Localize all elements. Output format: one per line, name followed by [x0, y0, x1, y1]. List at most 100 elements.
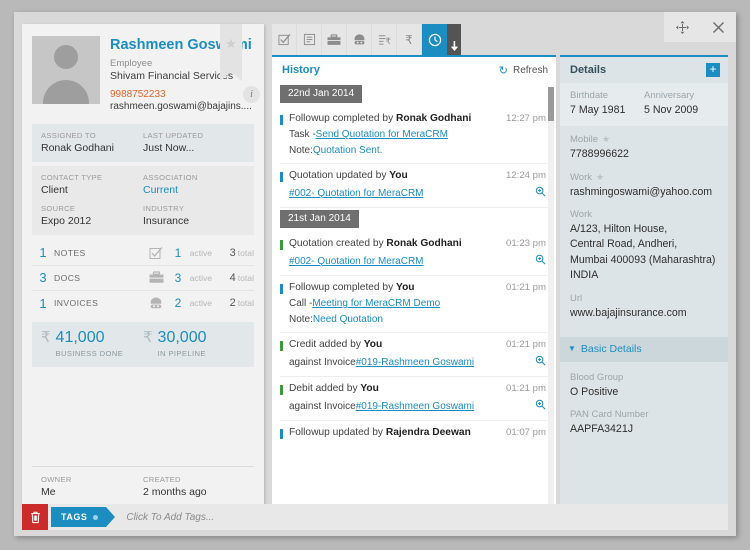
pipeline-cell: ₹ 30,000 IN PIPELINE: [143, 328, 245, 358]
history-event[interactable]: Quotation created by Ronak Godhani 01:23…: [280, 232, 548, 276]
event-actor: You: [363, 339, 383, 350]
toolbar-rupee-icon[interactable]: ₹: [397, 24, 422, 55]
industry-value: Insurance: [143, 214, 190, 227]
work-address-field: Work A/123, Hilton House, Central Road, …: [570, 209, 718, 283]
business-done-value: 41,000: [55, 328, 105, 346]
tags-button[interactable]: TAGS: [51, 507, 116, 527]
magnifier-icon[interactable]: [535, 254, 546, 268]
event-subline: Call - Meeting for MeraCRM Demo: [280, 298, 546, 309]
assigned-band: ASSIGNED TO Ronak Godhani LAST UPDATED J…: [32, 123, 254, 162]
toolbar-invoice-list-icon[interactable]: ₹: [372, 24, 397, 55]
history-list[interactable]: 22nd Jan 2014 Followup completed by Rona…: [272, 83, 556, 521]
history-header: History ↻ Refresh: [272, 57, 556, 83]
event-sub-link[interactable]: #019-Rashmeen Goswami: [356, 401, 529, 412]
industry-label: INDUSTRY: [143, 203, 185, 213]
history-event[interactable]: Credit added by You 01:21 pm against Inv…: [280, 333, 548, 377]
stat-total-count: 3: [229, 246, 236, 259]
toolbar-briefcase-icon[interactable]: [322, 24, 347, 55]
rupee-icon: ₹: [143, 328, 153, 346]
magnifier-icon[interactable]: [535, 355, 546, 369]
scrollbar-thumb[interactable]: [548, 87, 554, 121]
tags-placeholder[interactable]: Click To Add Tags...: [126, 512, 214, 523]
event-text: Quotation created by Ronak Godhani: [289, 238, 500, 249]
magnifier-icon[interactable]: [535, 186, 546, 200]
event-action: Followup updated by: [289, 427, 386, 438]
stats-list: 1 NOTES 1 active 3 total 3 DOCS 3 active…: [32, 241, 254, 316]
history-event[interactable]: Quotation updated by You 12:24 pm #002- …: [280, 164, 548, 208]
work-address-label: Work: [570, 209, 592, 221]
caret-down-icon[interactable]: [447, 24, 461, 55]
url-label: Url: [570, 292, 583, 304]
tags-dot-icon: [93, 514, 99, 520]
svg-text:₹: ₹: [385, 36, 390, 46]
history-event[interactable]: Debit added by You 01:21 pm against Invo…: [280, 377, 548, 421]
event-sub-prefix: against Invoice: [289, 400, 356, 412]
dates-band: Birthdate 7 May 1981 Anniversary 5 Nov 2…: [560, 83, 728, 127]
stat-count: 1: [39, 245, 47, 261]
event-text: Followup completed by You: [289, 282, 500, 293]
history-panel: History ↻ Refresh 22nd Jan 2014 Followup…: [272, 55, 556, 521]
stat-label: NOTES: [54, 247, 86, 258]
toolbar-task-check-icon[interactable]: [272, 24, 297, 55]
event-time: 12:24 pm: [505, 170, 546, 181]
star-icon[interactable]: ★: [602, 134, 610, 145]
toolbar-persona-icon[interactable]: [347, 24, 372, 55]
association-field: ASSOCIATION Current: [143, 173, 245, 196]
history-event[interactable]: Followup completed by You 01:21 pm Call …: [280, 276, 548, 333]
blood-group-label: Blood Group: [570, 371, 624, 383]
event-sub-link[interactable]: Meeting for MeraCRM Demo: [312, 298, 440, 309]
event-text: Quotation updated by You: [289, 170, 500, 181]
event-sub-link[interactable]: #019-Rashmeen Goswami: [356, 357, 529, 368]
basic-details-accordion[interactable]: ▼ Basic Details: [560, 336, 728, 362]
bookmark-ribbon[interactable]: ★: [220, 24, 242, 81]
pan-field: PAN Card Number AAPFA3421J: [570, 409, 718, 437]
toolbar-note-icon[interactable]: [297, 24, 322, 55]
star-icon[interactable]: ★: [596, 172, 604, 183]
blood-group-field: Blood Group O Positive: [570, 372, 718, 400]
assigned-to-field: ASSIGNED TO Ronak Godhani: [41, 131, 143, 154]
info-icon[interactable]: i: [243, 86, 260, 103]
history-date-group: 21st Jan 2014 Quotation created by Ronak…: [280, 208, 548, 445]
close-icon[interactable]: [701, 12, 735, 42]
assigned-to-label: ASSIGNED TO: [41, 130, 96, 140]
history-event[interactable]: Followup updated by Rajendra Deewan 01:0…: [280, 421, 548, 445]
association-value[interactable]: Current: [143, 184, 245, 196]
money-summary: ₹ 41,000 BUSINESS DONE ₹ 30,000 IN PIPEL…: [32, 321, 254, 367]
event-note-prefix: Note:: [289, 145, 313, 156]
trash-icon[interactable]: [22, 504, 48, 530]
anniversary-value: 5 Nov 2009: [644, 104, 699, 116]
stat-row-notes[interactable]: 1 NOTES 1 active 3 total: [32, 241, 254, 266]
toolbar-history-clock-icon[interactable]: [422, 24, 447, 55]
stat-row-docs[interactable]: 3 DOCS 3 active 4 total: [32, 266, 254, 291]
basic-details-fields: Blood Group O Positive PAN Card Number A…: [560, 362, 728, 440]
avatar: [32, 36, 100, 104]
event-time: 01:21 pm: [505, 339, 546, 350]
mobile-label-text: Mobile: [570, 134, 598, 146]
event-sub-link[interactable]: #002- Quotation for MeraCRM: [289, 188, 529, 199]
stat-active-count: 3: [174, 270, 182, 285]
plus-icon[interactable]: +: [706, 63, 720, 77]
event-action: Quotation updated by: [289, 170, 390, 181]
contact-phone[interactable]: 9988752233: [110, 89, 254, 100]
contact-email[interactable]: rashmeen.goswami@bajajins....: [110, 101, 254, 112]
magnifier-icon[interactable]: [535, 399, 546, 413]
event-note-prefix: Note:: [289, 314, 313, 325]
history-event[interactable]: Followup completed by Ronak Godhani 12:2…: [280, 107, 548, 164]
event-sub-link[interactable]: #002- Quotation for MeraCRM: [289, 256, 529, 267]
move-icon[interactable]: [665, 12, 699, 42]
mobile-field: Mobile ★ 7788996622: [570, 134, 718, 162]
refresh-button[interactable]: ↻ Refresh: [499, 64, 548, 77]
stat-row-invoices[interactable]: 1 INVOICES 2 active 2 total: [32, 291, 254, 316]
event-accent-bar: [280, 172, 283, 182]
event-accent-bar: [280, 385, 283, 395]
contact-type-label: CONTACT TYPE: [41, 172, 103, 182]
history-scrollbar[interactable]: [548, 87, 554, 517]
app-window: Rashmeen Goswami Employee Shivam Financi…: [14, 12, 736, 536]
event-subline: #002- Quotation for MeraCRM: [280, 254, 546, 268]
event-sub-link[interactable]: Send Quotation for MeraCRM: [316, 129, 448, 140]
history-title: History: [282, 64, 320, 76]
event-actor: You: [360, 383, 379, 394]
birthdate-field: Birthdate 7 May 1981: [570, 90, 644, 118]
url-value[interactable]: www.bajajinsurance.com: [570, 306, 718, 321]
refresh-icon: ↻: [498, 64, 508, 77]
